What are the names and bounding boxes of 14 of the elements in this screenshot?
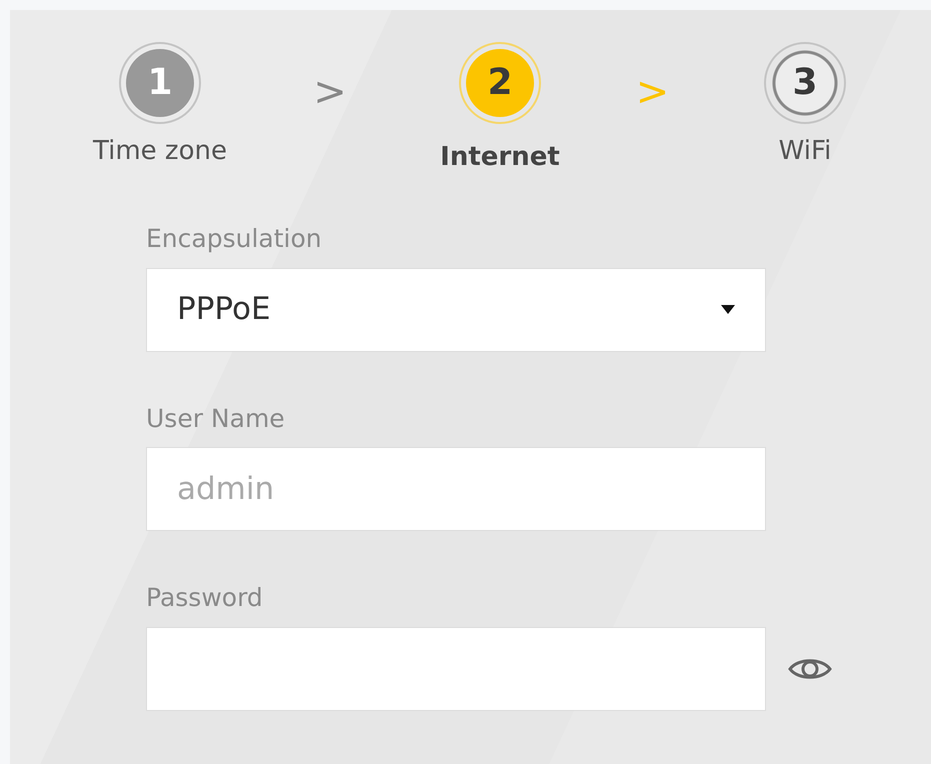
password-field[interactable] xyxy=(146,626,766,710)
encapsulation-dropdown[interactable]: PPPoE xyxy=(146,268,766,352)
step-number[interactable]: 2 xyxy=(459,42,541,124)
step-label: Internet xyxy=(440,141,560,174)
user-name-field[interactable]: admin xyxy=(146,447,766,531)
field-label: User Name xyxy=(146,402,285,434)
step-label: Time zone xyxy=(93,135,227,168)
field-label: Password xyxy=(146,582,263,614)
step-separator: > xyxy=(312,72,348,112)
step-separator: > xyxy=(634,72,670,112)
step-number[interactable]: 3 xyxy=(764,42,846,124)
step-label: WiFi xyxy=(778,135,832,168)
caret-icon xyxy=(721,305,735,314)
field-label: Encapsulation xyxy=(146,223,322,255)
